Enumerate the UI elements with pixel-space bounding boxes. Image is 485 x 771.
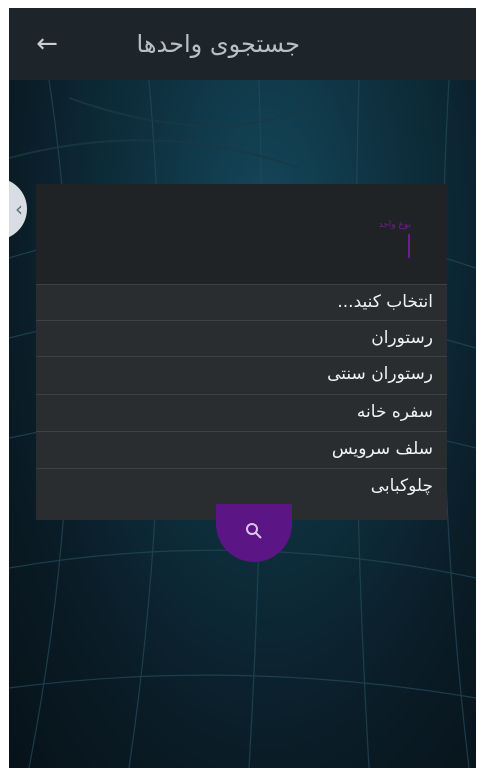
unit-type-dropdown: انتخاب کنید... رستوران رستوران سنتی سفره… [36, 284, 447, 520]
unit-type-field[interactable]: نوع واحد [36, 184, 447, 284]
app-bar: ← جستجوی واحدها [9, 8, 476, 80]
back-button[interactable]: ← [31, 28, 63, 60]
page-title: جستجوی واحدها [136, 30, 300, 58]
field-cursor [408, 234, 410, 258]
dropdown-option-select[interactable]: انتخاب کنید... [36, 284, 447, 320]
dropdown-option-restaurant[interactable]: رستوران [36, 320, 447, 356]
search-icon [246, 523, 262, 539]
dropdown-option-traditional-restaurant[interactable]: رستوران سنتی [36, 356, 447, 392]
dropdown-option-sofreh-khaneh[interactable]: سفره خانه [36, 394, 447, 430]
arrow-left-icon: ← [36, 29, 58, 59]
app-screen: ← جستجوی واحدها ‹ نوع واحد انتخاب کنید..… [9, 8, 476, 768]
chevron-left-icon: ‹ [15, 197, 23, 221]
field-label: نوع واحد [378, 220, 411, 230]
dropdown-option-chelo-kababi[interactable]: چلوکبابی [36, 468, 447, 504]
dropdown-option-self-service[interactable]: سلف سرویس [36, 431, 447, 467]
